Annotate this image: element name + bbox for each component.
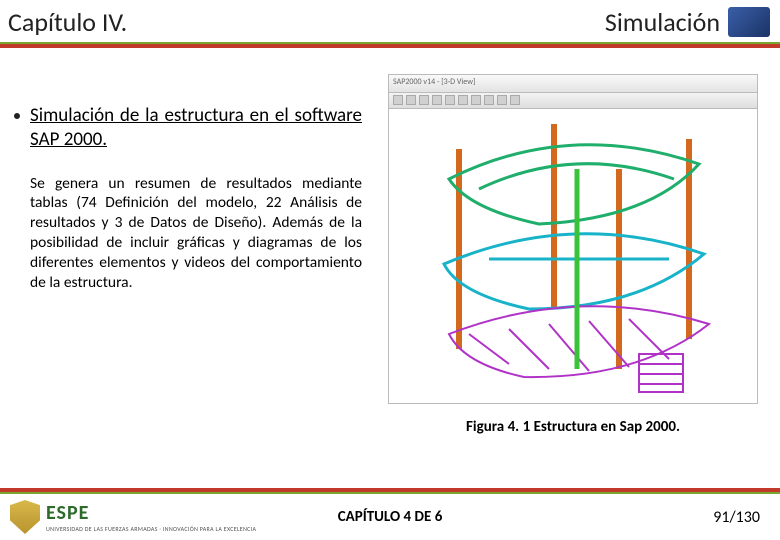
section-title-text: Simulación	[605, 6, 720, 38]
toolbar-button-icon	[484, 95, 494, 105]
figure-screenshot: SAP2000 v14 - [3-D View]	[388, 74, 758, 404]
toolbar-button-icon	[471, 95, 481, 105]
footer-chapter-indicator: CAPÍTULO 4 DE 6	[338, 508, 443, 526]
slide-footer: ESPE UNIVERSIDAD DE LAS FUERZAS ARMADAS …	[0, 492, 780, 540]
figure-caption: Figura 4. 1 Estructura en Sap 2000.	[380, 418, 766, 436]
toolbar-button-icon	[406, 95, 416, 105]
toolbar-button-icon	[497, 95, 507, 105]
toolbar-button-icon	[419, 95, 429, 105]
shield-icon	[10, 500, 40, 534]
slide-content: Simulación de la estructura en el softwa…	[0, 44, 780, 446]
toolbar-button-icon	[432, 95, 442, 105]
chapter-title: Capítulo IV.	[8, 6, 127, 38]
window-titlebar: SAP2000 v14 - [3-D View]	[389, 75, 757, 93]
section-title: Simulación	[605, 6, 770, 38]
model-canvas	[389, 109, 757, 403]
footer-page-number: 91/130	[713, 508, 760, 527]
toolbar-button-icon	[510, 95, 520, 105]
slide-header: Capítulo IV. Simulación	[0, 0, 780, 44]
logo-text: ESPE	[46, 501, 256, 525]
logo-subtext: UNIVERSIDAD DE LAS FUERZAS ARMADAS · INN…	[46, 525, 256, 533]
content-subtitle: Simulación de la estructura en el softwa…	[30, 104, 362, 152]
text-column: Simulación de la estructura en el softwa…	[14, 74, 362, 436]
window-toolbar	[389, 93, 757, 109]
toolbar-button-icon	[445, 95, 455, 105]
footer-logo: ESPE UNIVERSIDAD DE LAS FUERZAS ARMADAS …	[10, 500, 256, 534]
header-3d-icon	[728, 7, 770, 37]
toolbar-button-icon	[393, 95, 403, 105]
figure-column: SAP2000 v14 - [3-D View]	[380, 74, 766, 436]
bullet-dot-icon	[14, 113, 20, 119]
bullet-item: Simulación de la estructura en el softwa…	[14, 104, 362, 152]
content-paragraph: Se genera un resumen de resultados media…	[14, 174, 362, 293]
logo-text-block: ESPE UNIVERSIDAD DE LAS FUERZAS ARMADAS …	[46, 501, 256, 533]
toolbar-button-icon	[458, 95, 468, 105]
structure-3d-icon	[389, 109, 758, 404]
